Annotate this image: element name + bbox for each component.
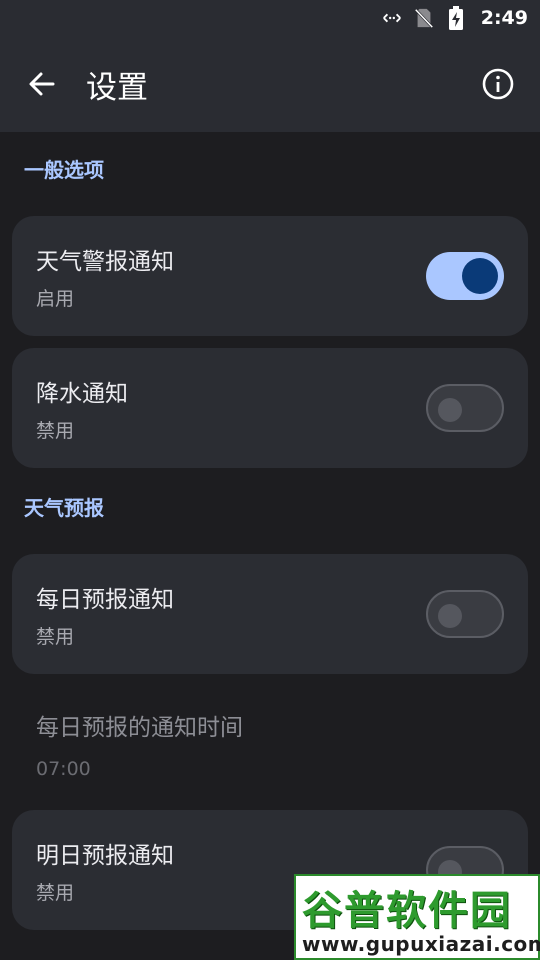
switch-knob (438, 398, 462, 422)
setting-time-value: 07:00 (36, 758, 91, 780)
setting-title: 明日预报通知 (36, 843, 174, 869)
setting-status: 禁用 (36, 420, 75, 442)
app-bar: 设置 (0, 36, 540, 132)
watermark-brand: 谷普软件园 (302, 888, 512, 934)
battery-charging-icon (445, 6, 467, 30)
precipitation-switch[interactable] (426, 384, 504, 432)
setting-status: 禁用 (36, 882, 75, 904)
setting-status: 启用 (36, 288, 75, 310)
switch-knob (438, 604, 462, 628)
section-header-forecast: 天气预报 (24, 496, 104, 520)
setting-title: 降水通知 (36, 381, 128, 407)
data-arrows-icon (381, 7, 403, 29)
setting-status: 禁用 (36, 626, 75, 648)
setting-precipitation[interactable]: 降水通知 禁用 (12, 348, 528, 468)
back-button[interactable] (22, 64, 62, 104)
setting-daily-forecast[interactable]: 每日预报通知 禁用 (12, 554, 528, 674)
info-button[interactable] (478, 64, 518, 104)
status-time: 2:49 (480, 7, 528, 29)
weather-alert-switch[interactable] (426, 252, 504, 300)
section-header-general: 一般选项 (24, 158, 104, 182)
info-icon (482, 68, 514, 100)
watermark-logo: 谷普软件园 www.gupuxiazai.com (294, 874, 540, 960)
setting-title: 天气警报通知 (36, 249, 174, 275)
setting-title: 每日预报的通知时间 (36, 715, 243, 741)
no-sim-icon (413, 7, 435, 29)
status-bar: 2:49 (0, 0, 540, 36)
setting-weather-alert[interactable]: 天气警报通知 启用 (12, 216, 528, 336)
setting-title: 每日预报通知 (36, 587, 174, 613)
page-title: 设置 (86, 70, 148, 106)
setting-daily-forecast-time[interactable]: 每日预报的通知时间 07:00 (36, 708, 243, 780)
watermark-url: www.gupuxiazai.com (302, 932, 540, 956)
switch-knob (462, 258, 498, 294)
arrow-left-icon (29, 72, 55, 96)
daily-forecast-switch[interactable] (426, 590, 504, 638)
